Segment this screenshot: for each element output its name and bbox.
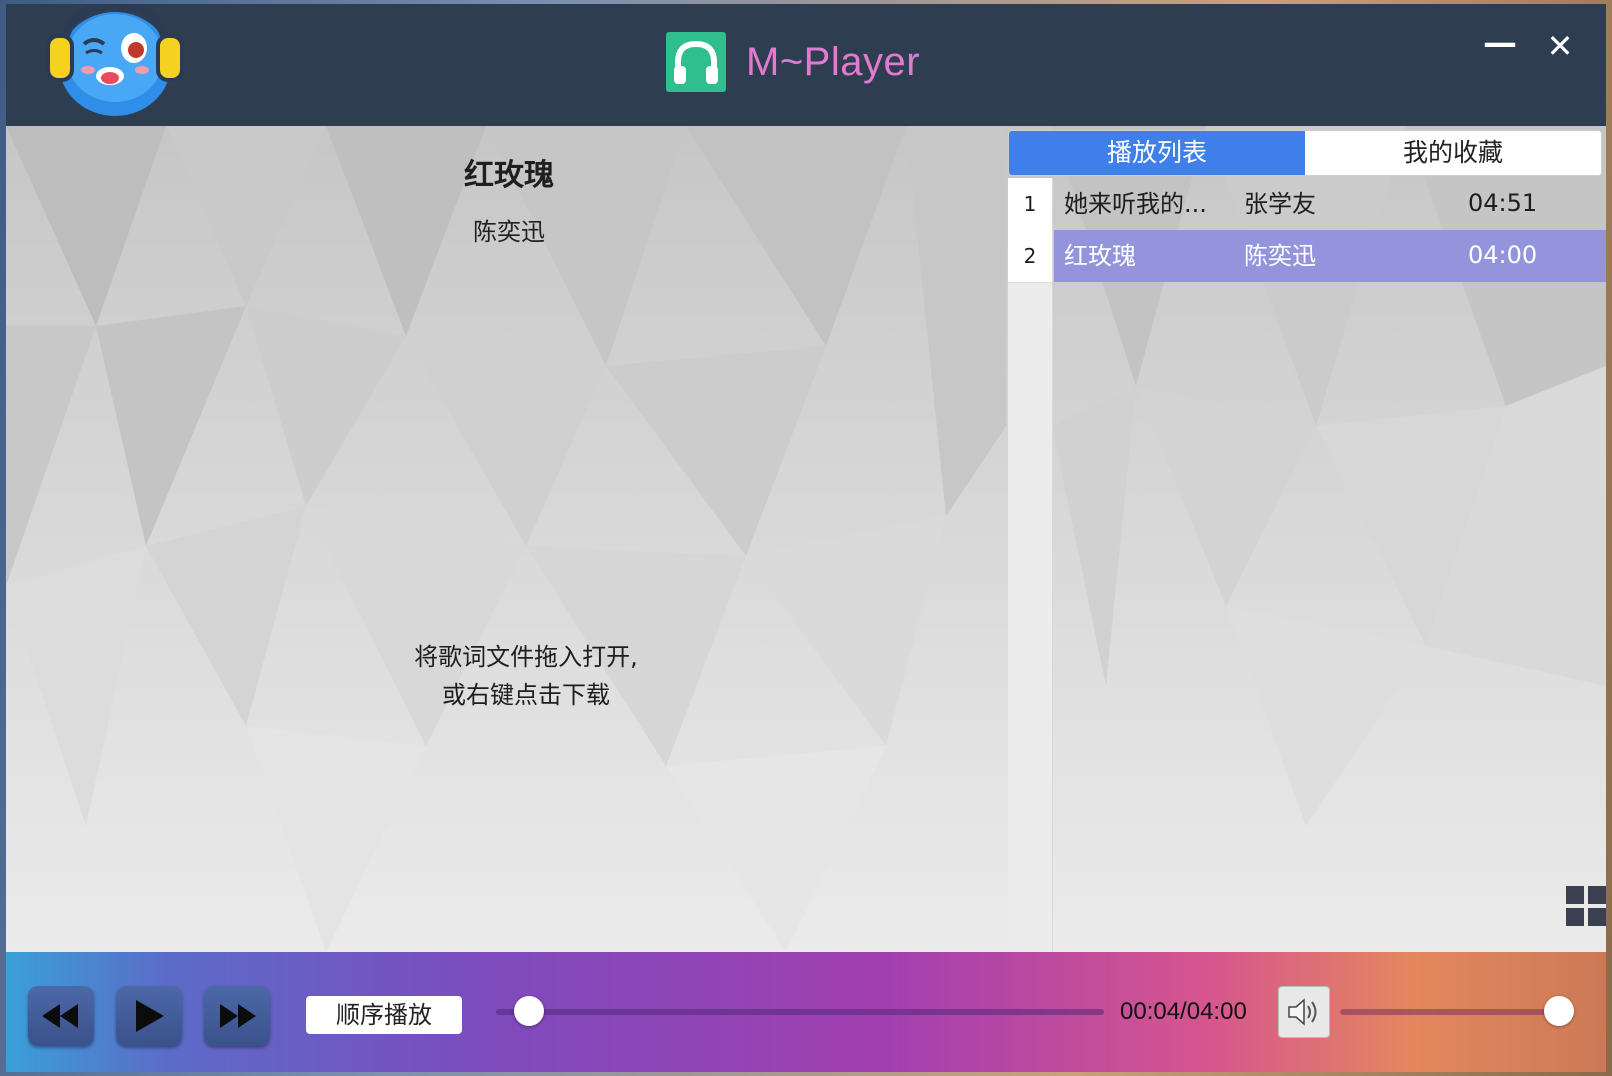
row-artist: 张学友: [1244, 190, 1316, 218]
song-artist: 陈奕迅: [473, 218, 545, 246]
row-duration: 04:51: [1468, 189, 1538, 217]
playlist-row[interactable]: 1 她来听我的... 张学友 04:51: [1008, 178, 1606, 231]
row-number: 2: [1008, 230, 1052, 283]
playlist-number-column: [1008, 178, 1053, 952]
volume-button[interactable]: [1278, 986, 1330, 1038]
control-bar: 顺序播放 00:04/04:00: [6, 952, 1606, 1072]
time-display: 00:04/04:00: [1120, 998, 1247, 1025]
row-song-name: 红玫瑰: [1064, 242, 1136, 270]
minimize-button[interactable]: —: [1480, 26, 1520, 66]
mascot-logo-icon: [46, 4, 184, 116]
row-artist: 陈奕迅: [1244, 242, 1316, 270]
volume-knob[interactable]: [1544, 996, 1574, 1026]
tab-favorites[interactable]: 我的收藏: [1305, 131, 1601, 175]
close-button[interactable]: ✕: [1540, 26, 1580, 66]
player-window: M~Player — ✕ 红玫瑰 陈奕迅 将歌词文件拖入打开, 或右键点击下载 …: [6, 4, 1606, 1072]
speaker-icon: [1288, 998, 1317, 1026]
lyrics-hint[interactable]: 将歌词文件拖入打开, 或右键点击下载: [6, 638, 1046, 714]
lyrics-hint-line1: 将歌词文件拖入打开,: [414, 643, 638, 671]
row-duration: 04:00: [1468, 241, 1538, 269]
next-button[interactable]: [204, 986, 270, 1046]
song-title: 红玫瑰: [464, 158, 554, 193]
app-logo-icon: [666, 32, 726, 92]
row-song-name: 她来听我的...: [1064, 190, 1207, 218]
tab-playlist[interactable]: 播放列表: [1009, 131, 1305, 175]
content-area: 红玫瑰 陈奕迅 将歌词文件拖入打开, 或右键点击下载 播放列表 我的收藏 1 她…: [6, 126, 1606, 952]
title-bar[interactable]: M~Player — ✕: [6, 4, 1606, 126]
progress-knob[interactable]: [514, 996, 545, 1026]
fast-forward-icon: [220, 1004, 256, 1028]
rewind-icon: [42, 1004, 78, 1028]
lyrics-hint-line2: 或右键点击下载: [442, 681, 610, 709]
playlist-row-selected[interactable]: 2 红玫瑰 陈奕迅 04:00: [1008, 230, 1606, 283]
play-mode-button[interactable]: 顺序播放: [306, 996, 462, 1034]
progress-slider[interactable]: [496, 1009, 1104, 1015]
row-number: 1: [1008, 178, 1052, 231]
play-button[interactable]: [116, 986, 182, 1046]
previous-button[interactable]: [28, 986, 94, 1046]
grid-icon[interactable]: [1566, 886, 1606, 926]
play-icon: [136, 1000, 164, 1032]
volume-slider[interactable]: [1340, 1009, 1568, 1015]
app-title: M~Player: [746, 40, 921, 84]
playlist-tabs: 播放列表 我的收藏: [1008, 130, 1602, 176]
